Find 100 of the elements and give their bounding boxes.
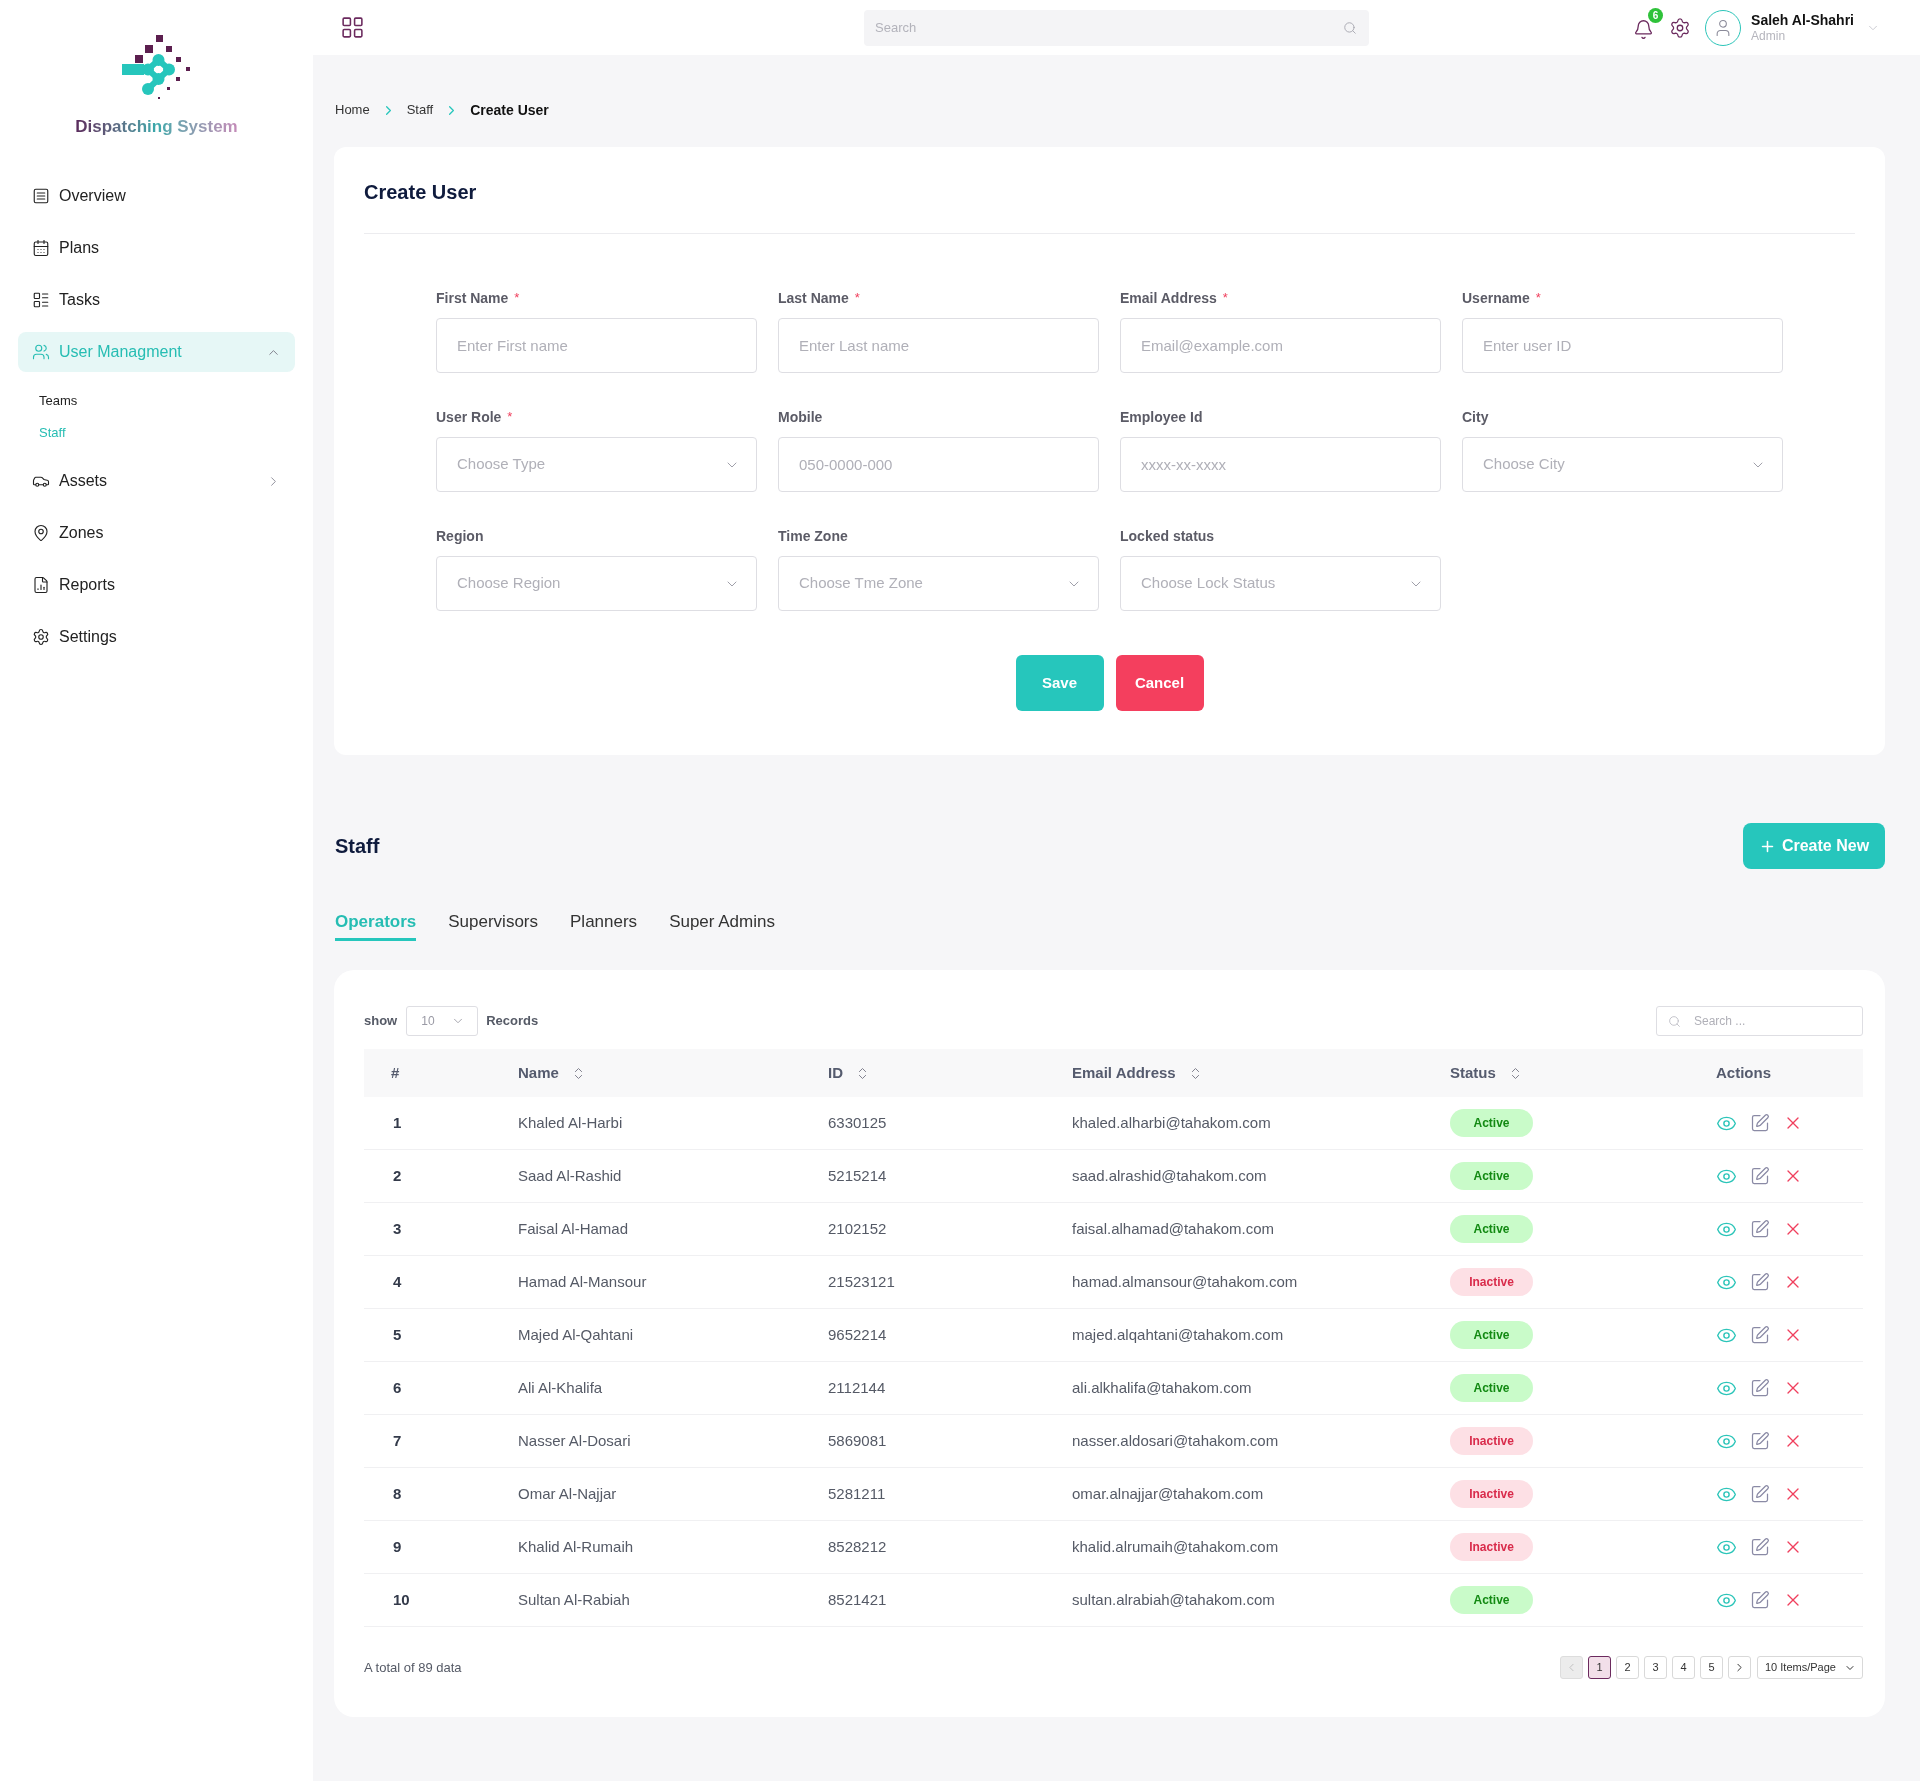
table-cell: majed.alqahtani@tahakom.com [1072,1326,1284,1343]
table-cell: khalid.alrumaih@tahakom.com [1072,1538,1279,1555]
field-label: Username [1462,288,1530,308]
bell-icon[interactable] [1633,19,1655,40]
table-cell: Khalid Al-Rumaih [518,1538,634,1555]
tab[interactable]: Supervisors [448,911,538,941]
table-cell: 7 [393,1432,402,1449]
column-header: # [391,1062,400,1083]
breadcrumb-link[interactable]: Staff [406,100,434,120]
page-button[interactable]: 3 [1644,1656,1667,1679]
required-mark: * [854,289,860,308]
nav-item[interactable]: Assets [18,461,295,501]
table-cell: Majed Al-Qahtani [518,1326,634,1343]
edit-icon[interactable] [1750,1378,1770,1398]
edit-icon[interactable] [1750,1537,1770,1557]
search-icon[interactable] [1343,20,1357,35]
table-cell: 2102152 [828,1220,887,1237]
nav-item[interactable]: Tasks [18,280,295,320]
field-label: Email Address [1120,288,1217,308]
table-cell: 4 [393,1273,402,1290]
user-role: Admin [1751,28,1787,44]
tab[interactable]: Super Admins [669,911,775,941]
input-field[interactable]: Enter Last name [778,318,1099,373]
input-field[interactable]: 050-0000-000 [778,437,1099,492]
search-icon [1668,1015,1681,1028]
input-field[interactable]: Enter user ID [1462,318,1783,373]
edit-icon[interactable] [1750,1590,1770,1610]
section-title: Staff [334,834,380,859]
settings-icon [32,628,50,646]
edit-icon[interactable] [1750,1272,1770,1292]
nav-item[interactable]: Settings [18,617,295,657]
map-pin-icon [32,524,50,542]
table-cell: 8 [393,1485,402,1502]
page-button[interactable]: 1 [1588,1656,1611,1679]
table-cell: 5869081 [828,1432,887,1449]
cancel-button[interactable]: Cancel [1115,655,1204,711]
logo-icon [120,35,193,101]
table-cell: 5215214 [828,1167,887,1184]
edit-icon[interactable] [1750,1166,1770,1186]
table-cell: Omar Al-Najjar [518,1485,617,1502]
table-search-field[interactable]: Search ... [1656,1006,1863,1036]
table-cell: Hamad Al-Mansour [518,1273,647,1290]
table-cell: 2 [393,1167,402,1184]
field-label: Last Name [778,288,849,308]
table-cell: 6 [393,1379,402,1396]
required-mark: * [514,289,520,308]
calendar-icon [32,239,50,257]
edit-icon[interactable] [1750,1219,1770,1239]
table-cell: 9 [393,1538,402,1555]
edit-icon[interactable] [1750,1484,1770,1504]
status-badge: Active [1450,1374,1533,1402]
table-cell: faisal.alhamad@tahakom.com [1072,1220,1274,1237]
nav-item[interactable]: Overview [18,176,295,216]
records-label: Records [486,1012,539,1031]
nav-item[interactable]: Zones [18,513,295,553]
edit-icon[interactable] [1750,1113,1770,1133]
tab[interactable]: Planners [570,911,638,941]
table-cell: sultan.alrabiah@tahakom.com [1072,1591,1275,1608]
table-cell: Ali Al-Khalifa [518,1379,603,1396]
nav-subitem[interactable]: Teams [39,391,78,411]
status-badge: Active [1450,1586,1533,1614]
page-button[interactable]: 2 [1616,1656,1639,1679]
status-badge: Inactive [1450,1533,1533,1561]
show-label: show [364,1012,398,1031]
status-badge: Active [1450,1321,1533,1349]
page-button[interactable]: 4 [1672,1656,1695,1679]
page-button[interactable]: 5 [1700,1656,1723,1679]
table-cell: ali.alkhalifa@tahakom.com [1072,1379,1252,1396]
input-field[interactable]: xxxx-xx-xxxx [1120,437,1441,492]
field-label: Time Zone [778,526,848,546]
nav-item[interactable]: Plans [18,228,295,268]
breadcrumb-link[interactable]: Home [335,100,370,120]
table-cell: 5281211 [828,1485,886,1502]
apps-grid-icon[interactable] [340,15,365,40]
nav-item[interactable]: Reports [18,565,295,605]
edit-icon[interactable] [1750,1431,1770,1451]
status-badge: Active [1450,1162,1533,1190]
table-cell: Saad Al-Rashid [518,1167,622,1184]
column-header: Actions [1716,1062,1771,1083]
table-cell: 8528212 [828,1538,887,1555]
table-cell: 6330125 [828,1114,887,1131]
items-per-page-select[interactable]: 10 Items/Page [1757,1656,1863,1679]
table-cell: 9652214 [828,1326,887,1343]
edit-icon[interactable] [1750,1325,1770,1345]
column-header: Email Address [1072,1062,1176,1083]
next-page-button[interactable] [1728,1656,1751,1679]
table-cell: khaled.alharbi@tahakom.com [1072,1114,1271,1131]
table-cell: Sultan Al-Rabiah [518,1591,630,1608]
user-name: Saleh Al-Shahri [1751,11,1854,29]
card-title: Create User [364,180,478,204]
table-cell: hamad.almansour@tahakom.com [1072,1273,1298,1290]
breadcrumb-current: Create User [470,100,549,120]
search-field[interactable]: Search [864,9,1369,46]
settings-icon[interactable] [1669,16,1692,39]
input-field[interactable]: Enter First name [436,318,757,373]
table-cell: omar.alnajjar@tahakom.com [1072,1485,1264,1502]
checklist-icon [32,291,50,309]
status-badge: Inactive [1450,1427,1533,1455]
input-field[interactable]: Email@example.com [1120,318,1441,373]
field-label: Locked status [1120,526,1215,546]
